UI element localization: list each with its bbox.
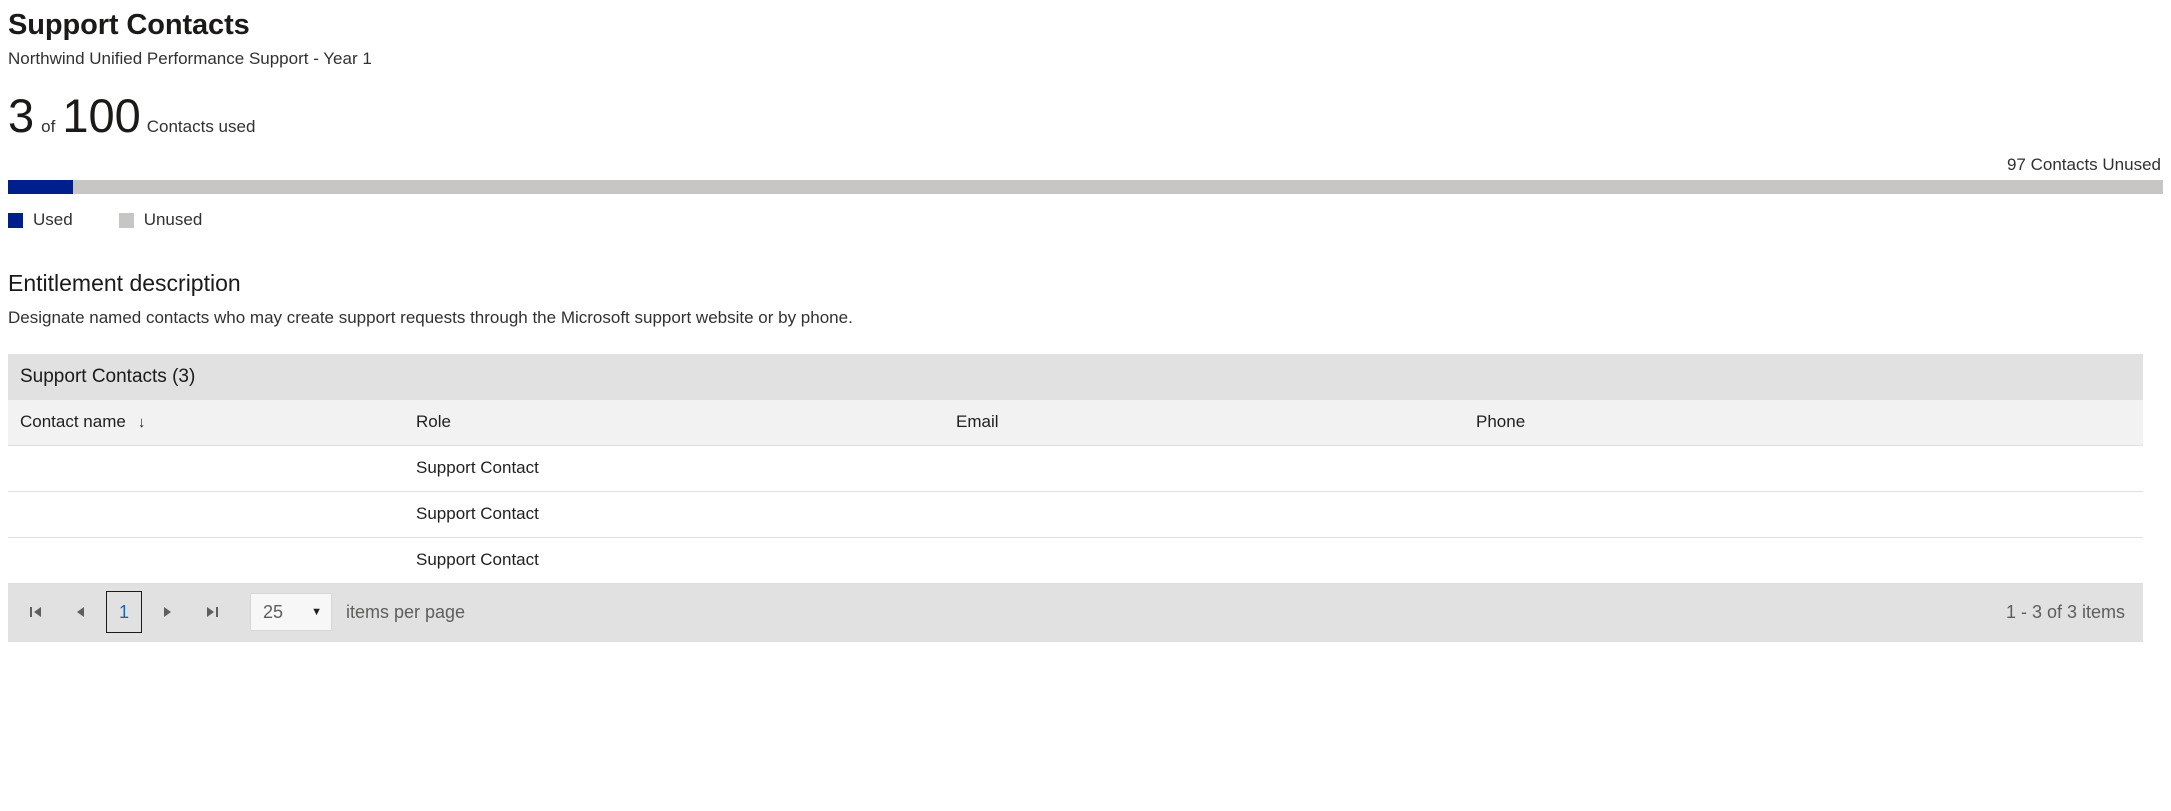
pagination-range-label: 1 - 3 of 3 items bbox=[2005, 601, 2125, 622]
previous-page-icon[interactable] bbox=[62, 594, 98, 630]
cell-email bbox=[944, 491, 1464, 538]
page-subtitle: Northwind Unified Performance Support - … bbox=[8, 49, 372, 68]
legend-item-used: Used bbox=[8, 210, 73, 230]
cell-contact-name bbox=[8, 445, 404, 492]
contacts-table: Contact name ↓ Role Email Phone Support … bbox=[8, 400, 2143, 584]
entitlement-description: Designate named contacts who may create … bbox=[8, 308, 853, 327]
table-header-row: Contact name ↓ Role Email Phone bbox=[8, 400, 2143, 446]
page-size-value: 25 bbox=[263, 601, 284, 622]
cell-role: Support Contact bbox=[404, 537, 944, 584]
usage-unit-label: Contacts used bbox=[146, 117, 256, 136]
cell-contact-name bbox=[8, 491, 404, 538]
column-header-phone[interactable]: Phone bbox=[1464, 400, 2143, 446]
column-header-contact-name[interactable]: Contact name ↓ bbox=[8, 400, 404, 446]
table-body: Support Contact Support Contact Support … bbox=[8, 445, 2143, 584]
usage-total-count: 100 bbox=[62, 89, 141, 142]
legend-label-unused: Unused bbox=[143, 210, 203, 229]
usage-used-count: 3 bbox=[8, 89, 35, 142]
legend-swatch-unused-icon bbox=[118, 212, 134, 228]
table-header: Contact name ↓ Role Email Phone bbox=[8, 400, 2143, 446]
caret-down-icon: ▼ bbox=[311, 606, 322, 618]
table-row[interactable]: Support Contact bbox=[8, 445, 2143, 492]
table-row[interactable]: Support Contact bbox=[8, 537, 2143, 584]
cell-email bbox=[944, 445, 1464, 492]
cell-phone bbox=[1464, 537, 2143, 584]
usage-of-label: of bbox=[41, 117, 56, 136]
first-page-icon[interactable] bbox=[18, 594, 54, 630]
legend-swatch-used-icon bbox=[8, 212, 23, 228]
next-page-icon[interactable] bbox=[150, 594, 186, 630]
cell-phone bbox=[1464, 445, 2143, 492]
legend-item-unused: Unused bbox=[118, 210, 203, 230]
cell-contact-name bbox=[8, 537, 404, 584]
support-contacts-grid: Support Contacts (3) Contact name ↓ Role bbox=[8, 354, 2143, 642]
pagination-bar: 1 25 ▼ items per page 1 - 3 of 3 items bbox=[8, 583, 2143, 641]
usage-legend: Used Unused bbox=[8, 210, 2163, 230]
column-header-label: Phone bbox=[1476, 412, 1526, 432]
cell-phone bbox=[1464, 491, 2143, 538]
support-contacts-page: Support Contacts Northwind Unified Perfo… bbox=[0, 0, 2171, 811]
column-header-label: Email bbox=[956, 412, 999, 432]
column-header-email[interactable]: Email bbox=[944, 400, 1464, 446]
grid-title-bar: Support Contacts (3) bbox=[8, 354, 2143, 400]
last-page-icon[interactable] bbox=[194, 594, 230, 630]
usage-progress-bar bbox=[8, 180, 2163, 194]
cell-email bbox=[944, 537, 1464, 584]
items-per-page-label: items per page bbox=[346, 601, 466, 622]
column-header-role[interactable]: Role bbox=[404, 400, 944, 446]
table-row[interactable]: Support Contact bbox=[8, 491, 2143, 538]
entitlement-title: Entitlement description bbox=[8, 270, 241, 296]
page-title: Support Contacts bbox=[8, 9, 250, 41]
legend-label-used: Used bbox=[33, 210, 73, 229]
grid-title: Support Contacts (3) bbox=[20, 366, 196, 387]
cell-role: Support Contact bbox=[404, 491, 944, 538]
unused-caption: 97 Contacts Unused bbox=[2006, 155, 2161, 174]
page-size-select[interactable]: 25 ▼ bbox=[250, 593, 332, 631]
column-header-label: Role bbox=[416, 412, 451, 432]
column-header-label: Contact name bbox=[20, 412, 126, 432]
page-number-1[interactable]: 1 bbox=[106, 591, 142, 633]
usage-summary: 3 of 100 Contacts used bbox=[8, 91, 2163, 143]
cell-role: Support Contact bbox=[404, 445, 944, 492]
arrow-down-icon: ↓ bbox=[137, 413, 146, 431]
usage-progress-fill bbox=[8, 180, 73, 194]
